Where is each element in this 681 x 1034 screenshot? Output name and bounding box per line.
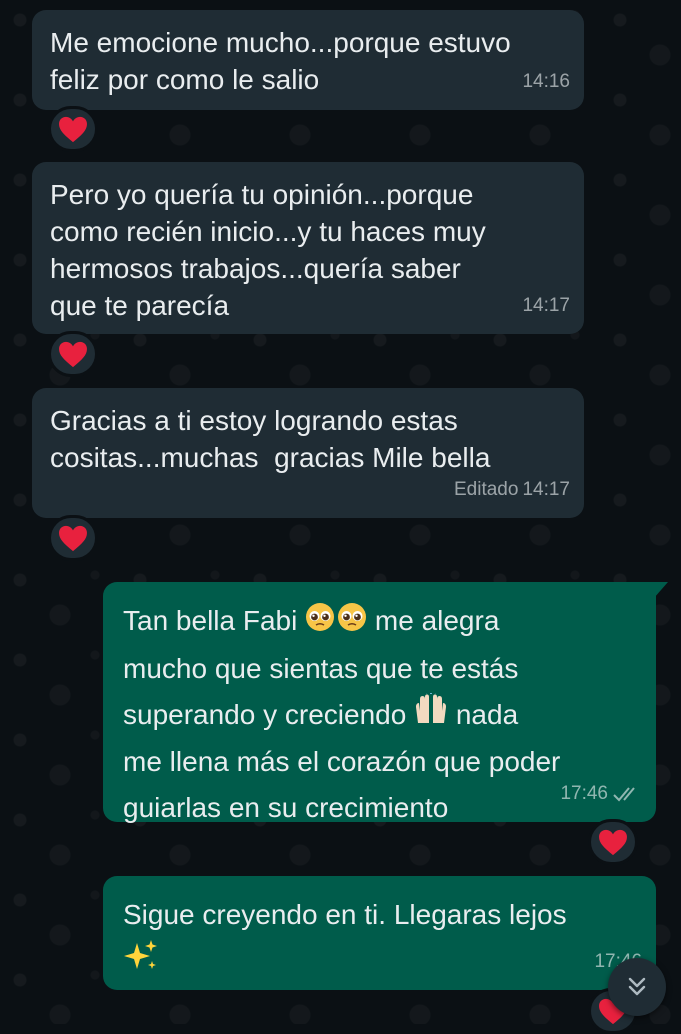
- heart-reaction[interactable]: [48, 515, 98, 561]
- incoming-message[interactable]: Me emocione mucho...porque estuvo feliz …: [32, 10, 584, 110]
- message-text: Me emocione mucho...porque estuvo feliz …: [50, 27, 511, 95]
- message-line: mucho que sientas que te estás: [123, 652, 519, 684]
- chat-conversation[interactable]: Me emocione mucho...porque estuvo feliz …: [0, 0, 681, 1034]
- text-segment: superando y creciendo: [123, 698, 415, 730]
- bubble-tail: [654, 582, 668, 598]
- double-chevron-down-icon: [628, 977, 646, 996]
- scroll-to-bottom-button[interactable]: [608, 958, 666, 1016]
- sparkles-icon: [123, 939, 159, 987]
- pleading-face-icon: [337, 600, 367, 646]
- message-line: superando y creciendo nada: [123, 690, 560, 740]
- message-text: Tan bella Fabi me alegra mucho que sient…: [123, 598, 560, 831]
- red-heart-icon: [59, 116, 87, 142]
- message-line: Sigue creyendo en ti. Llegaras lejos: [123, 899, 567, 930]
- message-text: Gracias a ti estoy logrando estas cosita…: [50, 405, 491, 473]
- message-meta: 17:46: [560, 775, 642, 812]
- outgoing-message[interactable]: Tan bella Fabi me alegra mucho que sient…: [103, 582, 656, 823]
- message-line: [123, 938, 567, 987]
- message-line: me llena más el corazón que poder: [123, 746, 561, 778]
- heart-reaction[interactable]: [48, 331, 98, 377]
- red-heart-icon: [59, 525, 87, 551]
- message-meta: Editado 14:17: [454, 471, 570, 508]
- message-line: Tan bella Fabi me alegra: [123, 598, 560, 646]
- message-line: guiarlas en su crecimiento: [123, 792, 449, 824]
- message-meta: 14:16: [522, 63, 570, 100]
- double-check-icon: [613, 786, 635, 801]
- red-heart-icon: [59, 341, 87, 367]
- heart-reaction[interactable]: [48, 106, 98, 152]
- heart-reaction[interactable]: [588, 819, 638, 865]
- text-segment: me alegra: [367, 605, 500, 636]
- raising-hands-icon: [414, 690, 448, 739]
- message-meta: 14:17: [522, 287, 570, 324]
- message-time: 14:16: [522, 71, 570, 92]
- message-time: 17:46: [560, 783, 608, 804]
- message-text: Sigue creyendo en ti. Llegaras lejos: [123, 892, 567, 987]
- red-heart-icon: [599, 829, 627, 855]
- outgoing-message[interactable]: Sigue creyendo en ti. Llegaras lejos 17:…: [103, 876, 656, 990]
- message-text: Pero yo quería tu opinión...porque como …: [50, 179, 486, 321]
- incoming-message[interactable]: Pero yo quería tu opinión...porque como …: [32, 162, 584, 334]
- edited-label: Editado: [454, 479, 519, 500]
- incoming-message[interactable]: Gracias a ti estoy logrando estas cosita…: [32, 388, 584, 518]
- pleading-face-icon: [305, 600, 335, 646]
- text-segment: Tan bella Fabi: [123, 605, 306, 636]
- message-time: 14:17: [522, 295, 570, 316]
- message-time: 14:17: [522, 479, 570, 500]
- text-segment: nada: [448, 698, 519, 730]
